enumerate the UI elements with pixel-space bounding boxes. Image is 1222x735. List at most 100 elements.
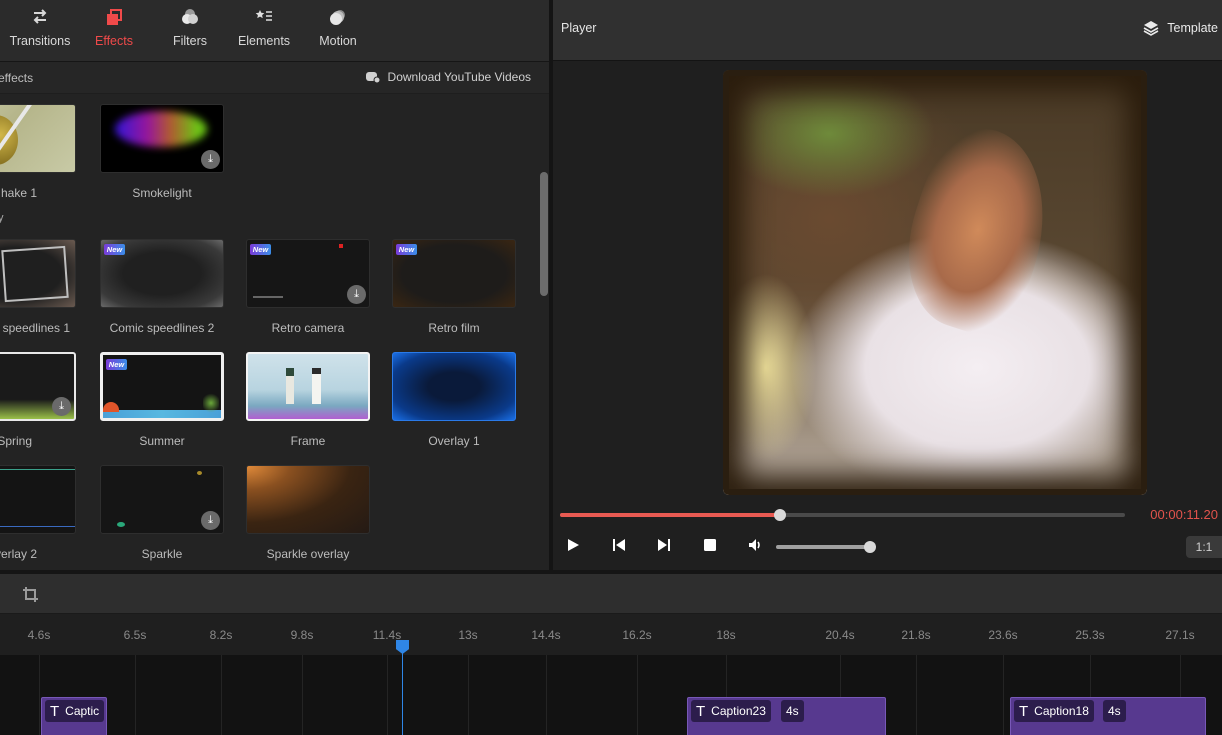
effect-card[interactable]: New Retro film [392,239,516,335]
section-title: effects [0,71,34,85]
text-icon: T [50,702,60,720]
effects-grid: hake 1 ⤓ Smokelight y speedlines 1 New C… [0,94,536,564]
effects-subheader: effects Download YouTube Videos [0,62,549,94]
skip-back-icon [613,539,625,551]
tab-label: Effects [95,34,133,48]
timeline-tick-label: 25.3s [1075,628,1105,642]
timeline-gridline [916,655,917,735]
effect-card[interactable]: New Comic speedlines 2 [100,239,224,335]
seek-bar[interactable] [560,509,1125,521]
effect-name: Smokelight [132,186,192,200]
effect-card[interactable]: ⤓ Spring [0,352,76,448]
tab-transitions[interactable]: Transitions [0,8,80,48]
timeline-tick-label: 20.4s [825,628,855,642]
stop-button[interactable] [700,538,720,556]
effect-card[interactable]: ⤓ Smokelight [100,104,224,200]
timeline-tick-label: 18s [716,628,736,642]
effect-name: speedlines 1 [2,321,70,335]
caption-clip[interactable]: T Captic [41,697,107,735]
download-icon[interactable]: ⤓ [201,150,220,169]
effect-name: Retro camera [271,321,345,335]
clip-duration: 4s [781,700,804,722]
new-badge: New [250,244,271,255]
clip-duration: 4s [1103,700,1126,722]
download-icon[interactable]: ⤓ [347,285,366,304]
clip-label: T Caption18 [1014,700,1094,722]
effects-scrollbar-track[interactable] [538,94,549,570]
effect-card[interactable]: Sparkle overlay [246,465,370,561]
timeline-gridline [468,655,469,735]
timeline-tick-label: 13s [458,628,478,642]
effect-card[interactable]: New ⤓ Retro camera [246,239,370,335]
caption-clip[interactable]: T Caption18 4s [1010,697,1206,735]
new-badge: New [106,359,127,370]
previous-frame-button[interactable] [609,538,629,556]
next-frame-button[interactable] [654,538,674,556]
effect-thumbnail[interactable] [246,352,370,421]
effect-card[interactable]: Frame [246,352,370,448]
timeline-tick-label: 8.2s [209,628,233,642]
timeline-ruler[interactable]: 4.6s 6.5s 8.2s 9.8s 11.4s 13s 14.4s 16.2s 18s 20.… [0,614,1222,655]
download-icon[interactable]: ⤓ [201,511,220,530]
effect-thumbnail[interactable]: ⤓ [100,465,224,534]
effect-thumbnail[interactable]: New [100,352,224,421]
player-panel: Player Template 00:00:11.20 1:1 [553,0,1222,570]
effect-thumbnail[interactable] [0,104,76,173]
category-tabs: Transitions Effects Filters Elements Mot… [0,0,549,62]
effect-thumbnail[interactable] [0,239,76,308]
timeline-tick-label: 4.6s [27,628,51,642]
effect-thumbnail[interactable]: New [392,239,516,308]
tab-motion[interactable]: Motion [298,8,378,48]
effect-card[interactable]: speedlines 1 [0,239,76,335]
effect-thumbnail[interactable]: New [100,239,224,308]
download-icon[interactable]: ⤓ [52,397,71,416]
tab-label: Transitions [9,34,71,48]
clip-name: Caption18 [1034,704,1089,718]
filters-icon [150,8,230,30]
effect-card[interactable]: ⤓ Sparkle [100,465,224,561]
timeline-gridline [302,655,303,735]
tab-label: Elements [237,34,291,48]
timeline-tick-label: 16.2s [622,628,652,642]
effect-card[interactable]: Overlay 1 [392,352,516,448]
play-button[interactable] [563,538,583,556]
tab-effects[interactable]: Effects [74,8,154,48]
effect-card[interactable]: hake 1 [0,104,76,200]
timeline-gridline [1003,655,1004,735]
effect-thumbnail[interactable] [392,352,516,421]
download-youtube-button[interactable]: Download YouTube Videos [365,70,531,84]
tab-label: Motion [319,34,357,48]
effects-scrollbar-thumb[interactable] [540,172,548,296]
tab-filters[interactable]: Filters [150,8,230,48]
tab-elements[interactable]: Elements [224,8,304,48]
effect-thumbnail[interactable]: ⤓ [0,352,76,421]
caption-clip[interactable]: T Caption23 4s [687,697,886,735]
effect-name: Sparkle overlay [266,547,350,561]
effect-card[interactable]: New Summer [100,352,224,448]
elements-icon [224,8,304,30]
timeline-tick-label: 23.6s [988,628,1018,642]
effect-thumbnail[interactable] [0,465,76,534]
effect-thumbnail[interactable] [246,465,370,534]
timeline-gridline [221,655,222,735]
seek-handle[interactable] [774,509,787,521]
video-preview[interactable] [723,70,1147,495]
stop-icon [704,539,716,551]
effect-card[interactable]: verlay 2 [0,465,76,561]
timeline-tick-label: 11.4s [372,628,402,642]
mute-button[interactable] [746,538,766,556]
effects-icon [74,8,154,30]
volume-handle[interactable] [864,541,876,553]
aspect-ratio-button[interactable]: 1:1 [1186,536,1222,558]
template-button[interactable]: Template [1143,20,1218,36]
player-header: Player Template [553,0,1222,61]
timeline-gridline [546,655,547,735]
effects-panel: Transitions Effects Filters Elements Mot… [0,0,549,570]
skip-forward-icon [658,539,670,551]
effect-thumbnail[interactable]: ⤓ [100,104,224,173]
new-badge: New [104,244,125,255]
volume-slider[interactable] [776,541,876,553]
effect-thumbnail[interactable]: New ⤓ [246,239,370,308]
crop-icon[interactable] [22,586,40,604]
timeline-tick-label: 21.8s [901,628,931,642]
